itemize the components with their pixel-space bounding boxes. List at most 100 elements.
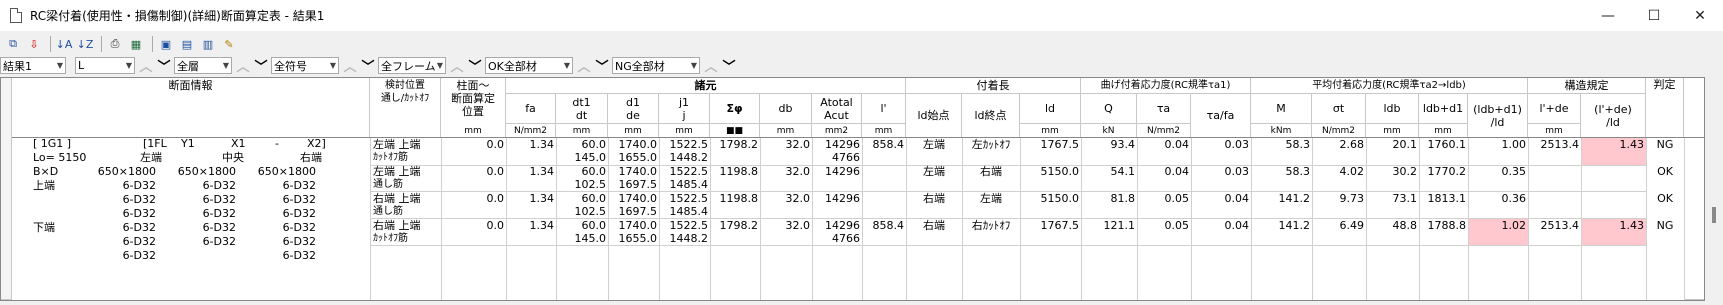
next-arrow-icon[interactable]: ﹀ xyxy=(253,57,269,75)
results-grid[interactable]: 断面情報 検討位置 通し/ｶｯﾄｵﾌ 柱面～ 断面算定 位置 諸元 付着長 曲げ… xyxy=(0,77,1705,301)
cell-ratio2[interactable]: 1.43 xyxy=(1581,219,1645,233)
cell-tafa[interactable]: 0.04 xyxy=(1191,219,1250,233)
direction-select[interactable]: L ▼ xyxy=(75,57,135,74)
cell-ta[interactable]: 0.05 xyxy=(1137,219,1190,233)
cell-j1[interactable]: 1522.5 xyxy=(659,165,709,179)
cell-d1[interactable]: 1740.0 xyxy=(608,165,658,179)
cell-M[interactable]: 58.3 xyxy=(1251,138,1311,152)
cell-ldb[interactable]: 20.1 xyxy=(1366,138,1418,152)
cell-colface[interactable]: 0.0 xyxy=(441,192,505,206)
cell-st[interactable]: 6.49 xyxy=(1312,219,1365,233)
next-arrow-icon[interactable]: ﹀ xyxy=(721,57,737,75)
scrollbar-thumb[interactable] xyxy=(1712,207,1716,223)
cell-ldb[interactable]: 73.1 xyxy=(1366,192,1418,206)
cell-pos2[interactable]: ｶｯﾄｵﾌ筋 xyxy=(373,151,439,165)
cell-st[interactable]: 4.02 xyxy=(1312,165,1365,179)
sort-asc-icon[interactable]: ↓A xyxy=(55,35,73,53)
prev-arrow-icon[interactable]: ︿ xyxy=(703,57,719,75)
cell-lprime[interactable]: 858.4 xyxy=(862,219,905,233)
cell-colface[interactable]: 0.0 xyxy=(441,165,505,179)
cell-ld[interactable]: 5150.0 xyxy=(1020,165,1080,179)
cell-judge[interactable]: OK xyxy=(1646,165,1684,179)
cell-ratio1[interactable]: 1.02 xyxy=(1468,219,1527,233)
cell-j1[interactable]: 1522.5 xyxy=(659,192,709,206)
cell-st[interactable]: 2.68 xyxy=(1312,138,1365,152)
cell-fa[interactable]: 1.34 xyxy=(506,219,555,233)
cell-pos2[interactable]: 通し筋 xyxy=(373,178,439,192)
row-header-strip[interactable] xyxy=(1,78,12,300)
cell-lde[interactable]: 2513.4 xyxy=(1528,219,1580,233)
cell-j1[interactable]: 1522.5 xyxy=(659,138,709,152)
ng-filter-select[interactable]: NG全部材 ▼ xyxy=(612,57,700,74)
cell-tafa[interactable]: 0.03 xyxy=(1191,138,1250,152)
cell-dt1[interactable]: 60.0 xyxy=(556,138,607,152)
cell-de[interactable]: 1655.0 xyxy=(608,151,658,165)
cell-sumphi[interactable]: 1198.8 xyxy=(710,192,759,206)
cell-de[interactable]: 1655.0 xyxy=(608,232,658,246)
cell-acut[interactable]: 4766 xyxy=(812,232,860,246)
symbol-select[interactable]: 全符号 ▼ xyxy=(271,57,339,74)
cell-j[interactable]: 1485.4 xyxy=(659,178,709,192)
prev-arrow-icon[interactable]: ︿ xyxy=(449,57,465,75)
copy-icon[interactable]: ⧉ xyxy=(4,35,22,53)
minimize-button[interactable]: — xyxy=(1585,0,1631,31)
cell-M[interactable]: 58.3 xyxy=(1251,165,1311,179)
cell-j[interactable]: 1448.2 xyxy=(659,151,709,165)
cell-ldend[interactable]: 右端 xyxy=(962,165,1020,179)
cell-judge[interactable]: NG xyxy=(1646,138,1684,152)
ok-filter-select[interactable]: OK全部材 ▼ xyxy=(485,57,573,74)
cell-ldb[interactable]: 48.8 xyxy=(1366,219,1418,233)
cell-ld[interactable]: 1767.5 xyxy=(1020,219,1080,233)
cell-ldbd1[interactable]: 1770.2 xyxy=(1419,165,1467,179)
cell-colface[interactable]: 0.0 xyxy=(441,138,505,152)
cell-Q[interactable]: 54.1 xyxy=(1081,165,1136,179)
cell-ratio1[interactable]: 1.00 xyxy=(1468,138,1527,152)
cell-d1[interactable]: 1740.0 xyxy=(608,219,658,233)
cell-fa[interactable]: 1.34 xyxy=(506,192,555,206)
cell-fa[interactable]: 1.34 xyxy=(506,138,555,152)
cell-j[interactable]: 1485.4 xyxy=(659,205,709,219)
prev-arrow-icon[interactable]: ︿ xyxy=(235,57,251,75)
cell-M[interactable]: 141.2 xyxy=(1251,219,1311,233)
cell-tafa[interactable]: 0.04 xyxy=(1191,192,1250,206)
cell-sumphi[interactable]: 1798.2 xyxy=(710,219,759,233)
cell-dt[interactable]: 102.5 xyxy=(556,178,607,192)
cell-lde[interactable]: 2513.4 xyxy=(1528,138,1580,152)
cell-fa[interactable]: 1.34 xyxy=(506,165,555,179)
cell-j1[interactable]: 1522.5 xyxy=(659,219,709,233)
chart-icon[interactable]: ▥ xyxy=(199,35,217,53)
cell-ratio1[interactable]: 0.35 xyxy=(1468,165,1527,179)
cell-db[interactable]: 32.0 xyxy=(760,219,811,233)
excel-icon[interactable]: ▦ xyxy=(127,35,145,53)
cell-j[interactable]: 1448.2 xyxy=(659,232,709,246)
cell-de[interactable]: 1697.5 xyxy=(608,205,658,219)
maximize-button[interactable]: ☐ xyxy=(1631,0,1677,31)
cell-ld[interactable]: 1767.5 xyxy=(1020,138,1080,152)
cell-ldb[interactable]: 30.2 xyxy=(1366,165,1418,179)
cell-acut[interactable]: 4766 xyxy=(812,151,860,165)
cell-sumphi[interactable]: 1798.2 xyxy=(710,138,759,152)
close-button[interactable]: ✕ xyxy=(1677,0,1723,31)
notes-icon[interactable]: ✎ xyxy=(220,35,238,53)
export-icon[interactable]: ⇩ xyxy=(25,35,43,53)
next-arrow-icon[interactable]: ﹀ xyxy=(594,57,610,75)
cell-ratio2[interactable]: 1.43 xyxy=(1581,138,1645,152)
cell-db[interactable]: 32.0 xyxy=(760,165,811,179)
cell-atotal[interactable]: 14296 xyxy=(812,165,860,179)
cell-dt1[interactable]: 60.0 xyxy=(556,192,607,206)
cell-dt[interactable]: 145.0 xyxy=(556,151,607,165)
cell-Q[interactable]: 93.4 xyxy=(1081,138,1136,152)
cell-pos2[interactable]: ｶｯﾄｵﾌ筋 xyxy=(373,232,439,246)
cell-ldbd1[interactable]: 1788.8 xyxy=(1419,219,1467,233)
cell-judge[interactable]: NG xyxy=(1646,219,1684,233)
cell-judge[interactable]: OK xyxy=(1646,192,1684,206)
cell-db[interactable]: 32.0 xyxy=(760,138,811,152)
prev-arrow-icon[interactable]: ︿ xyxy=(576,57,592,75)
cell-ldend[interactable]: 左ｶｯﾄｵﾌ xyxy=(962,138,1020,152)
cell-tafa[interactable]: 0.03 xyxy=(1191,165,1250,179)
floor-select[interactable]: 全層 ▼ xyxy=(174,57,232,74)
cell-ldstart[interactable]: 右端 xyxy=(906,219,962,233)
window-icon[interactable]: ▣ xyxy=(157,35,175,53)
cell-ratio1[interactable]: 0.36 xyxy=(1468,192,1527,206)
cell-ld[interactable]: 5150.0 xyxy=(1020,192,1080,206)
